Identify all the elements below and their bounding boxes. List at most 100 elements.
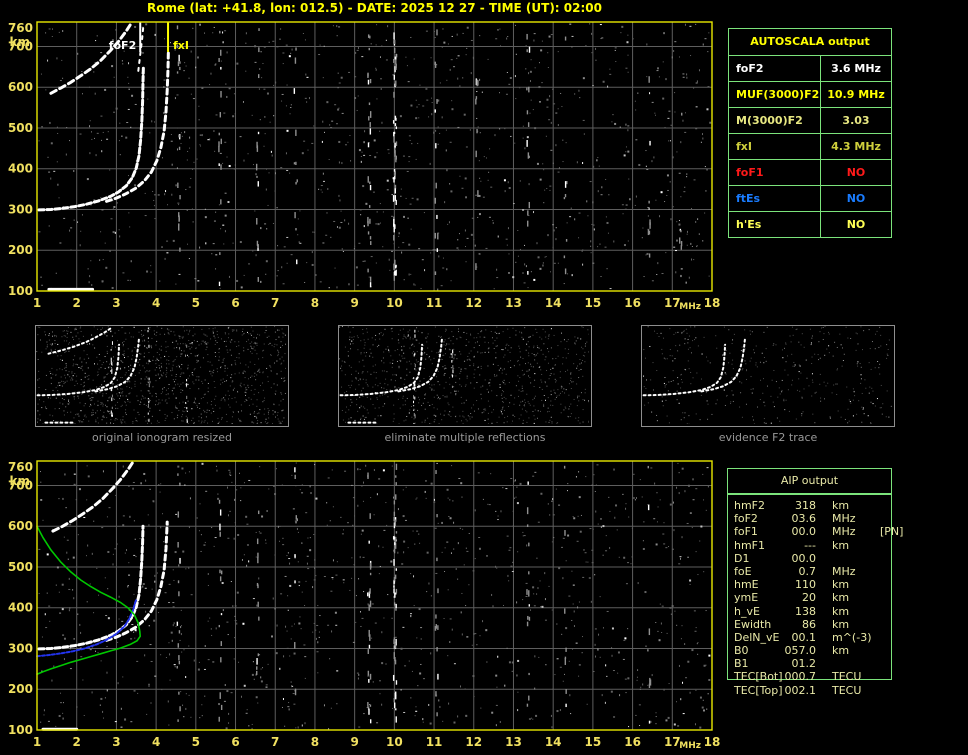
- svg-text:11: 11: [426, 735, 443, 749]
- svg-text:3: 3: [112, 735, 120, 749]
- svg-text:100: 100: [8, 723, 33, 737]
- param-label: MUF(3000)F2: [729, 82, 821, 107]
- param-value: 138: [795, 604, 816, 618]
- autoscala-ionogram-plot: foF2 fxI760700600500400300200100km1 2 3 4 5 6 7…: [8, 21, 721, 312]
- table-row: hmE 110 km: [734, 578, 964, 591]
- autoscala-output-table: AUTOSCALA output foF2 3.6 MHz MUF(3000)F…: [728, 28, 892, 238]
- svg-text:600: 600: [8, 519, 33, 533]
- svg-text:760: 760: [8, 460, 33, 474]
- svg-text:9: 9: [350, 735, 358, 749]
- table-row: ymE 20 km: [734, 591, 964, 604]
- param-label: foF1: [729, 160, 821, 185]
- param-value: 318: [795, 499, 816, 512]
- param-value: NO: [846, 218, 866, 231]
- thumbnail-original-ionogram: [35, 325, 289, 427]
- param-label: D1: [734, 551, 750, 565]
- thumbnail-eliminate-reflections: [338, 325, 592, 427]
- param-label: foE: [734, 564, 752, 578]
- table-row: D1 00.0: [734, 552, 964, 565]
- svg-text:km: km: [10, 474, 30, 488]
- svg-text:300: 300: [8, 641, 33, 655]
- svg-text:17: 17: [664, 735, 681, 749]
- aip-output-table: hmF2 318 km foF2 03.6 MHz foF1 00.0 MHz …: [734, 499, 964, 697]
- thumbnail-original-ionogram-image: [36, 326, 286, 424]
- svg-text:600: 600: [8, 80, 33, 94]
- svg-text:9: 9: [350, 296, 358, 310]
- svg-text:6: 6: [231, 735, 239, 749]
- param-value: 110: [795, 578, 816, 592]
- autoscala-app-window: Rome (lat: +41.8, lon: 012.5) - DATE: 20…: [0, 0, 968, 755]
- param-unit: km: [832, 538, 850, 552]
- thumbnail-eliminate-reflections-image: [339, 326, 589, 424]
- param-value: NO: [846, 192, 866, 205]
- svg-text:760: 760: [8, 21, 33, 35]
- table-row: B1 01.2: [734, 657, 964, 670]
- param-label: hmF1: [734, 538, 766, 552]
- svg-text:1: 1: [33, 735, 41, 749]
- svg-text:15: 15: [585, 735, 602, 749]
- table-row: foF1 00.0 MHz [PN]: [734, 525, 964, 538]
- svg-text:5: 5: [192, 735, 200, 749]
- svg-text:11: 11: [426, 296, 443, 310]
- param-value: 000.7: [784, 670, 817, 684]
- svg-text:18: 18: [704, 296, 721, 310]
- table-row: foF2 3.6 MHz: [729, 56, 891, 82]
- svg-text:500: 500: [8, 121, 33, 135]
- svg-text:10: 10: [386, 296, 403, 310]
- param-unit: MHz: [832, 512, 856, 526]
- svg-text:14: 14: [545, 296, 562, 310]
- svg-text:500: 500: [8, 560, 33, 574]
- param-unit: km: [832, 591, 850, 605]
- param-unit: [832, 552, 872, 565]
- thumbnail-caption: eliminate multiple reflections: [384, 431, 546, 444]
- table-row: DelN_vE 00.1 m^(-3): [734, 631, 964, 644]
- svg-text:10: 10: [386, 735, 403, 749]
- param-value: 20: [802, 591, 816, 605]
- thumbnail-evidence-f2-trace-image: [642, 326, 892, 424]
- param-unit: km: [832, 644, 850, 658]
- svg-text:3: 3: [112, 296, 120, 310]
- thumbnail-caption: evidence F2 trace: [718, 431, 818, 444]
- param-unit: MHz: [832, 564, 856, 578]
- autoscala-table-header: AUTOSCALA output: [729, 29, 891, 56]
- svg-text:2: 2: [73, 296, 81, 310]
- svg-text:8: 8: [311, 296, 319, 310]
- svg-text:6: 6: [231, 296, 239, 310]
- param-label: foF1: [734, 525, 758, 539]
- svg-text:300: 300: [8, 202, 33, 216]
- param-label: DelN_vE: [734, 630, 780, 644]
- param-unit: km: [832, 617, 850, 631]
- svg-text:16: 16: [624, 296, 641, 310]
- table-row: TEC[Bot] 000.7 TECU: [734, 670, 964, 683]
- param-label: hmE: [734, 578, 759, 592]
- param-unit: km: [832, 604, 850, 618]
- table-row: hmF1 --- km: [734, 539, 964, 552]
- svg-text:7: 7: [271, 296, 279, 310]
- param-value: NO: [846, 166, 866, 179]
- svg-text:16: 16: [624, 735, 641, 749]
- param-unit: km: [832, 578, 850, 592]
- table-row: ftEs NO: [729, 186, 891, 212]
- table-row: h'Es NO: [729, 212, 891, 237]
- param-label: h_vE: [734, 604, 760, 618]
- svg-text:15: 15: [585, 296, 602, 310]
- param-label: B0: [734, 644, 749, 658]
- svg-text:km: km: [10, 35, 30, 49]
- param-label: B1: [734, 657, 749, 671]
- param-label: ymE: [734, 591, 759, 605]
- param-value: 03.6: [791, 512, 817, 526]
- svg-text:1: 1: [33, 296, 41, 310]
- param-unit: TECU: [832, 670, 862, 684]
- svg-text:foF2: foF2: [109, 39, 137, 52]
- param-value: 3.6 MHz: [831, 62, 881, 75]
- param-value: 4.3 MHz: [831, 140, 881, 153]
- svg-text:12: 12: [465, 735, 482, 749]
- svg-text:400: 400: [8, 162, 33, 176]
- param-label: TEC[Bot]: [734, 670, 783, 684]
- param-label: TEC[Top]: [734, 683, 783, 697]
- param-value: 00.0: [791, 525, 817, 539]
- param-label: hmF2: [734, 499, 766, 512]
- svg-text:4: 4: [152, 296, 160, 310]
- param-value: 01.2: [791, 657, 817, 671]
- param-label: foF2: [729, 56, 821, 81]
